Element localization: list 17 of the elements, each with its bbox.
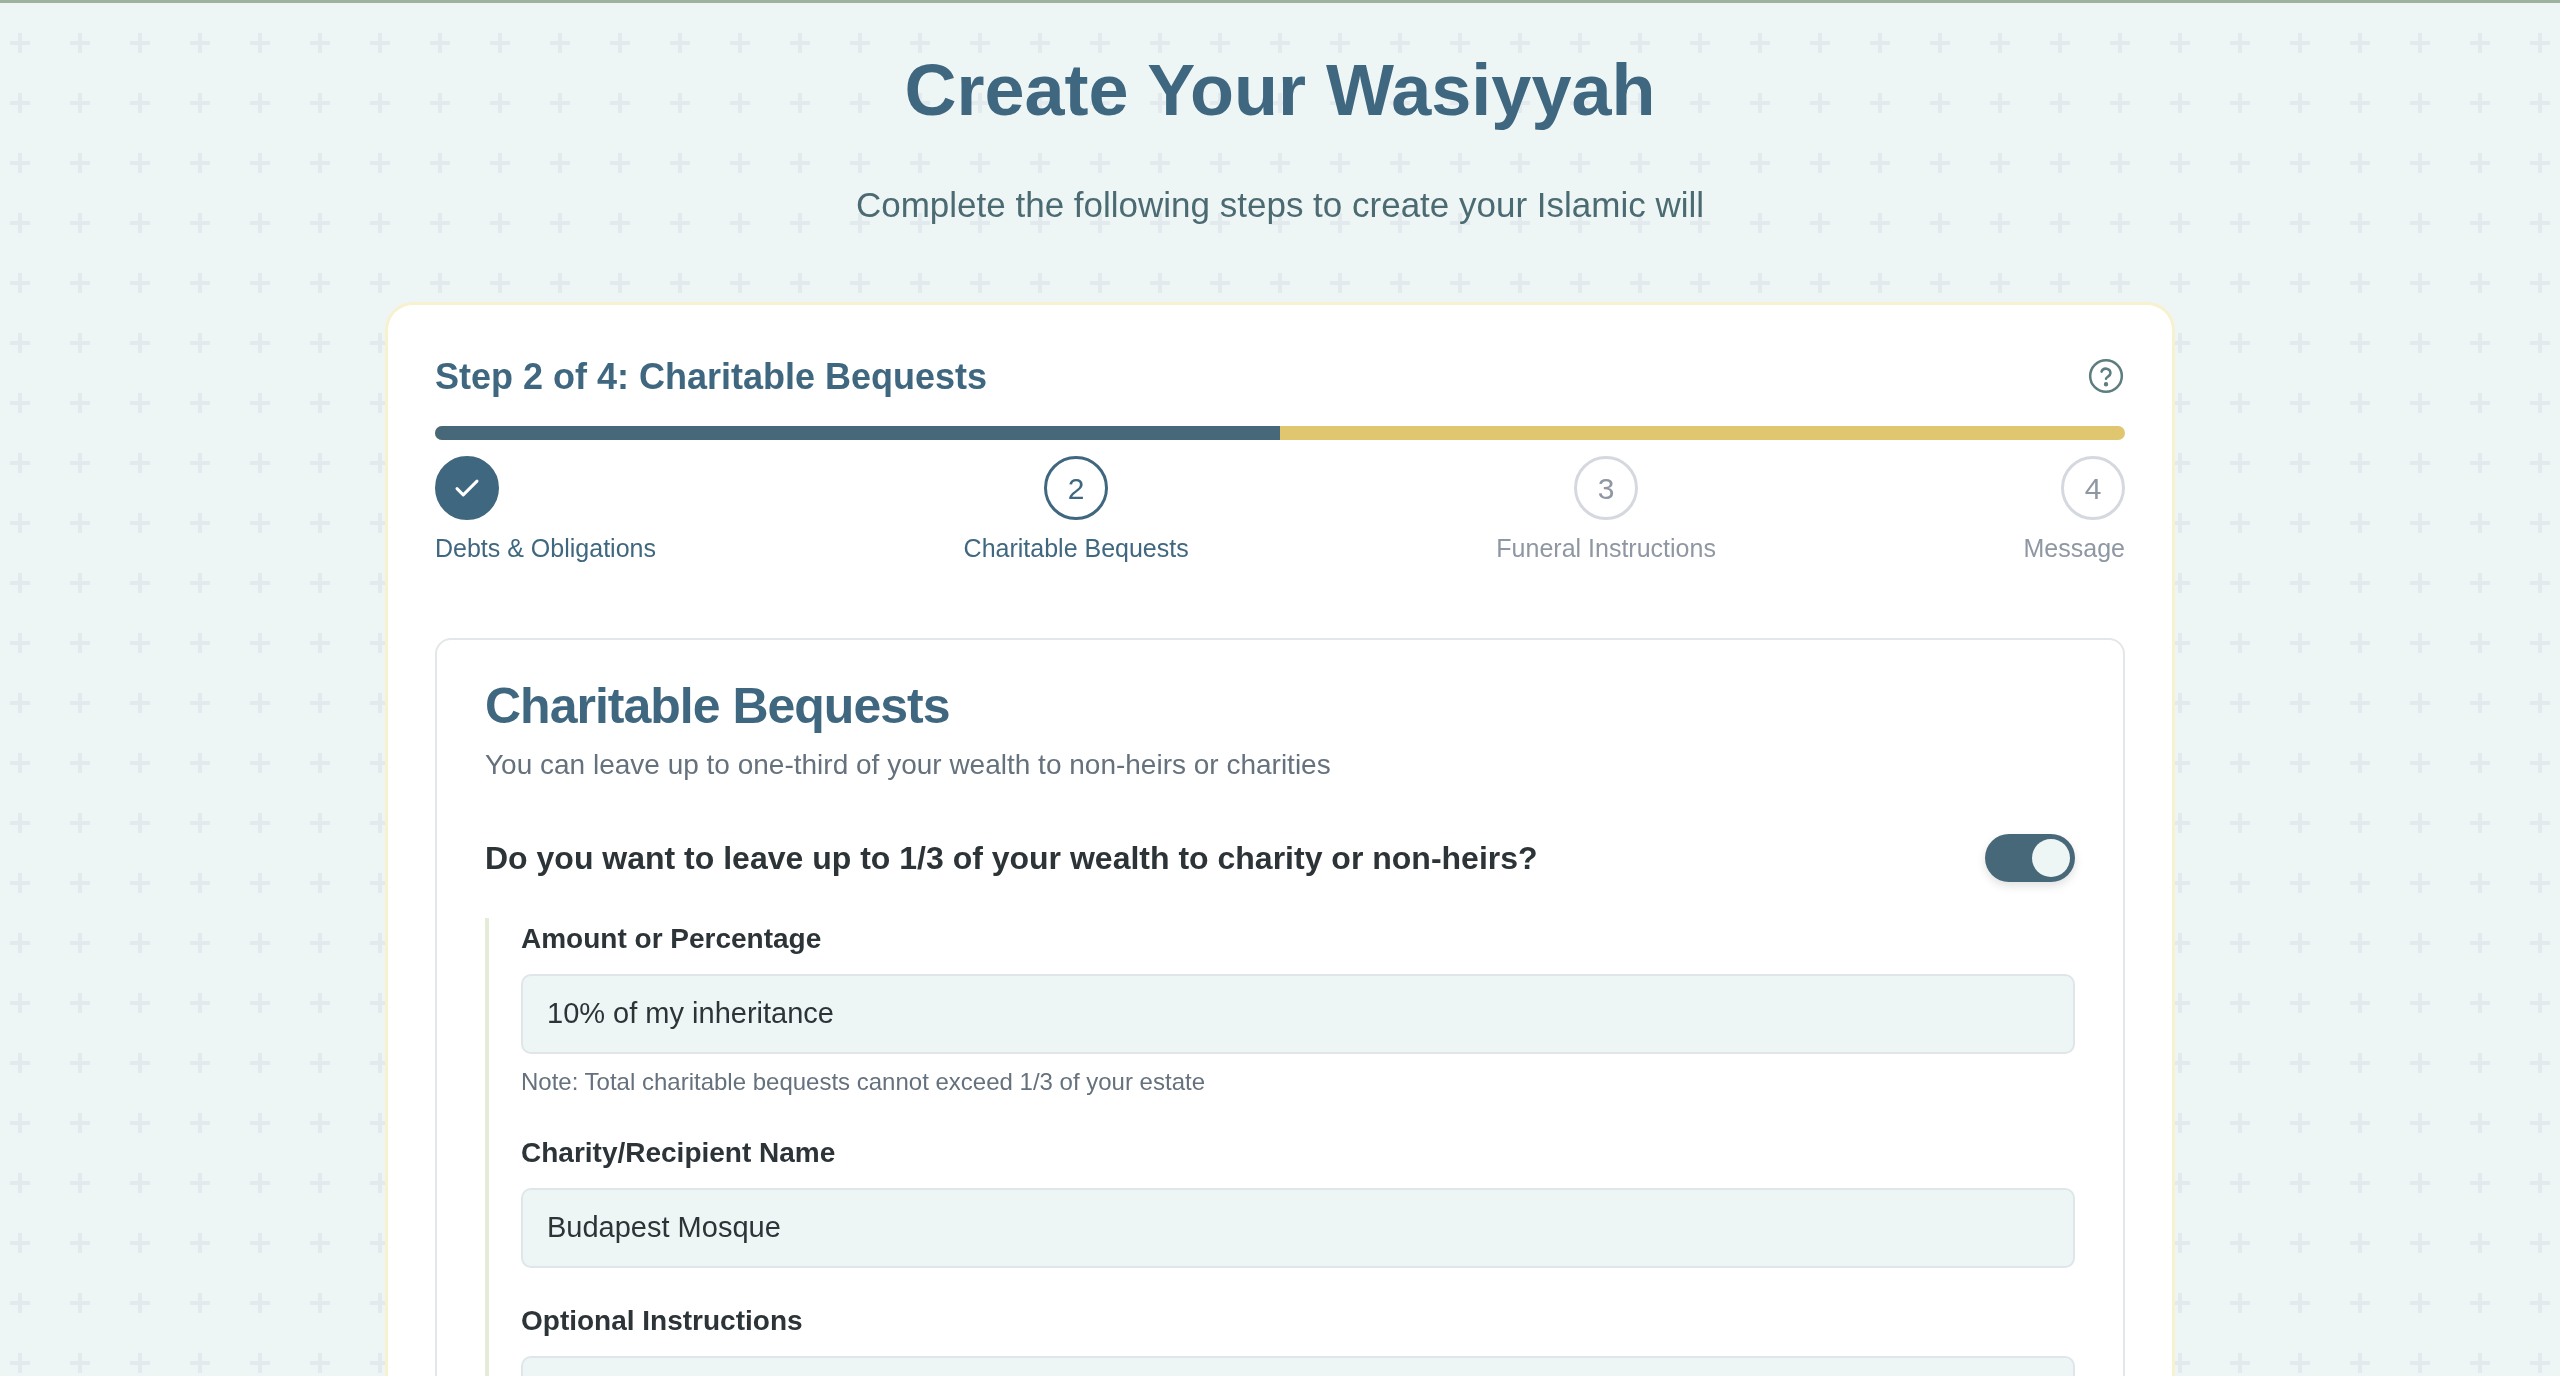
section-description: You can leave up to one-third of your wealth to non-heirs or charities: [485, 747, 1332, 782]
page-title: Create Your Wasiyyah: [903, 49, 1657, 132]
input-field[interactable]: Budapest Mosque: [521, 1187, 2075, 1268]
step-label[interactable]: Charitable Bequests: [963, 530, 1189, 568]
toggle-switch[interactable]: [1985, 833, 2075, 882]
help-icon[interactable]: [2087, 357, 2125, 396]
section-title: Charitable Bequests: [485, 676, 951, 736]
field-note: Note: Total charitable bequests cannot exceed 1/3 of your estate: [521, 1066, 1206, 1097]
step-number[interactable]: 2: [1044, 456, 1109, 521]
field-label: Charity/Recipient Name: [521, 1135, 837, 1170]
step-title: Step 2 of 4: Charitable Bequests: [435, 354, 988, 399]
page-subtitle: Complete the following steps to create your Islamic will: [854, 184, 1706, 227]
input-field[interactable]: 10% of my inheritance: [521, 973, 2075, 1054]
field-label: Amount or Percentage: [521, 921, 823, 956]
field-label: Optional Instructions: [521, 1303, 804, 1338]
question-text: Do you want to leave up to 1/3 of your wealth to charity or non-heirs?: [485, 838, 1538, 878]
step-label[interactable]: Debts & Obligations: [435, 530, 656, 568]
